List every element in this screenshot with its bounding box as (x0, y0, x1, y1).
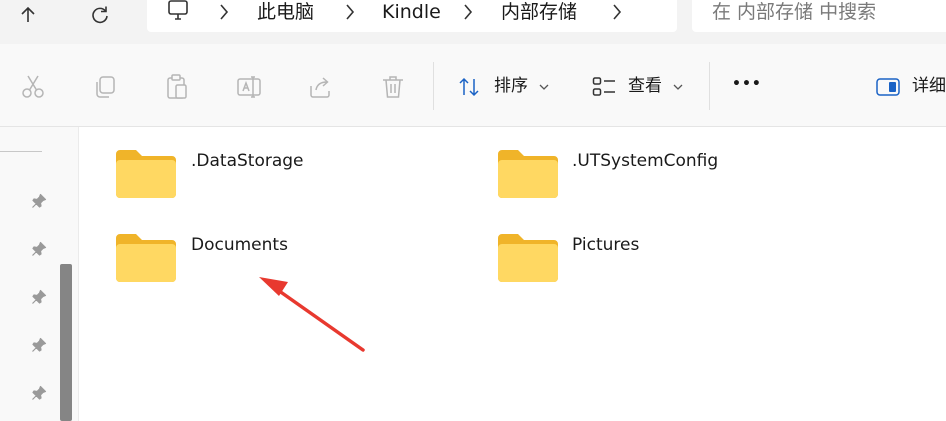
folder-icon (116, 234, 176, 282)
share-icon[interactable] (308, 74, 334, 100)
search-placeholder: 在 内部存储 中搜索 (712, 1, 877, 23)
nav-scrollbar[interactable] (60, 264, 72, 421)
sort-label: 排序 (494, 76, 528, 96)
breadcrumb-item-kindle[interactable]: Kindle (382, 0, 441, 26)
chevron-down-icon (539, 84, 549, 90)
folder-name: .UTSystemConfig (572, 151, 719, 171)
more-icon: ••• (732, 76, 762, 92)
pin-icon[interactable] (31, 385, 47, 401)
folder-item-datastorage[interactable]: .DataStorage (110, 145, 370, 205)
refresh-icon (92, 6, 108, 24)
up-button[interactable] (8, 0, 48, 30)
pin-icon[interactable] (31, 289, 47, 305)
folder-item-documents[interactable]: Documents (110, 229, 370, 289)
paste-icon[interactable] (164, 74, 190, 100)
search-box[interactable]: 在 内部存储 中搜索 (692, 0, 946, 32)
details-label: 详细 (912, 76, 946, 96)
computer-icon (168, 0, 188, 20)
address-bar-area: 此电脑 Kindle 内部存储 在 内部存储 中搜索 (0, 0, 946, 44)
more-button[interactable]: ••• (726, 72, 766, 102)
refresh-button[interactable] (80, 0, 120, 30)
sort-icon (459, 77, 479, 97)
view-button[interactable]: 查看 (590, 70, 690, 104)
pin-icon[interactable] (31, 193, 47, 209)
rename-icon[interactable] (236, 74, 262, 100)
view-label: 查看 (628, 76, 662, 96)
toolbar-divider (709, 62, 710, 110)
chevron-right-icon[interactable] (610, 2, 624, 22)
up-arrow-icon (21, 6, 35, 22)
toolbar-divider (433, 62, 434, 110)
chevron-right-icon (346, 4, 355, 20)
view-icon (592, 77, 615, 96)
details-pane-icon (876, 78, 900, 96)
navigation-pane (0, 127, 79, 421)
cut-icon[interactable] (20, 74, 46, 100)
pin-icon[interactable] (31, 241, 47, 257)
folder-icon (116, 150, 176, 198)
chevron-down-icon (673, 84, 683, 90)
folder-name: Documents (191, 235, 288, 255)
breadcrumb-item-internal-storage[interactable]: 内部存储 (501, 0, 577, 26)
sort-button[interactable]: 排序 (454, 70, 554, 104)
folder-icon (498, 150, 558, 198)
pin-icon[interactable] (31, 337, 47, 353)
chevron-right-icon (464, 4, 473, 20)
folder-name: Pictures (572, 235, 640, 255)
command-bar: 排序 查看 ••• 详细 (0, 44, 946, 127)
nav-divider (0, 151, 42, 152)
folder-item-pictures[interactable]: Pictures (492, 229, 752, 289)
breadcrumb[interactable]: 此电脑 Kindle 内部存储 (147, 0, 677, 32)
breadcrumb-item-this-pc[interactable]: 此电脑 (257, 0, 314, 26)
folder-icon (498, 234, 558, 282)
folder-name: .DataStorage (191, 151, 304, 171)
chevron-right-icon (220, 4, 229, 20)
details-button[interactable]: 详细 (872, 70, 946, 104)
copy-icon[interactable] (92, 74, 118, 100)
delete-icon[interactable] (380, 74, 406, 100)
folder-item-utsystemconfig[interactable]: .UTSystemConfig (492, 145, 752, 205)
